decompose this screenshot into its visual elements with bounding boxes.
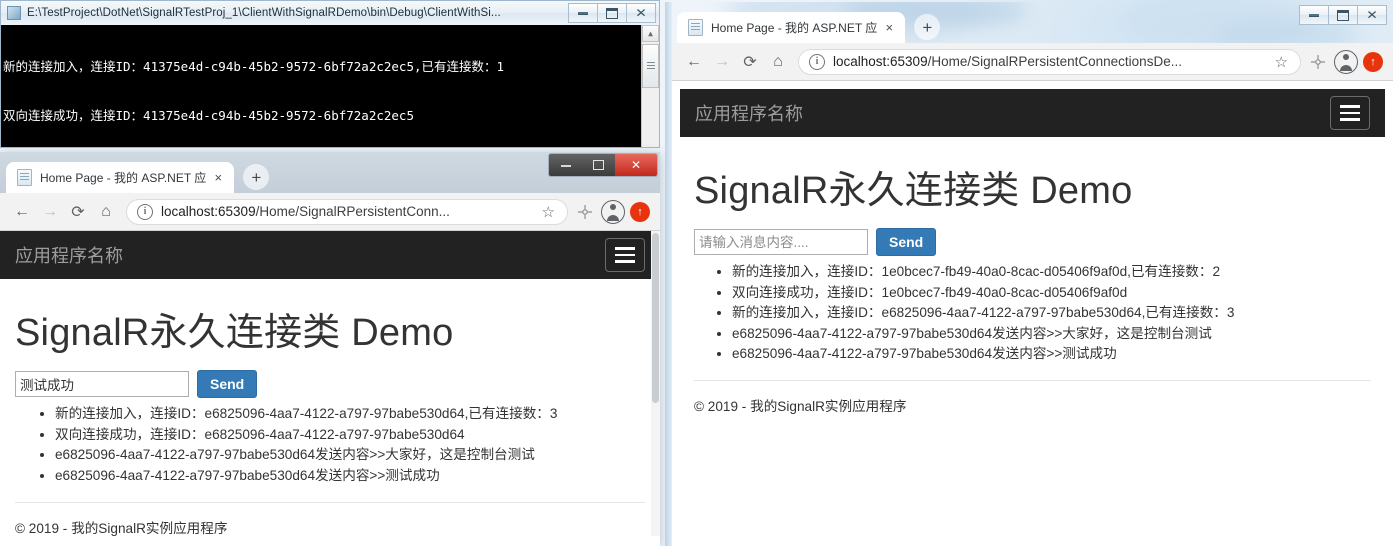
console-output-area: 新的连接加入，连接ID：41375e4d-c94b-45b2-9572-6bf7… [0, 25, 660, 148]
update-icon[interactable]: ↑ [630, 201, 650, 222]
left-url-text: localhost:65309/Home/SignalRPersistentCo… [161, 204, 540, 219]
page-title: SignalR永久连接类 Demo [15, 312, 454, 354]
extension-icon[interactable] [1307, 51, 1329, 73]
message-input[interactable] [15, 371, 189, 398]
close-icon[interactable]: × [881, 20, 897, 36]
right-address-bar[interactable]: i localhost:65309/Home/SignalRPersistent… [798, 48, 1301, 75]
extension-icon[interactable] [574, 201, 596, 223]
left-browser-toolbar[interactable]: ← → ⟳ ⌂ i localhost:65309/Home/SignalRPe… [0, 193, 660, 231]
list-item: 双向连接成功，连接ID：1e0bcec7-fb49-40a0-8cac-d054… [732, 283, 1371, 303]
page-title: SignalR永久连接类 Demo [694, 170, 1133, 212]
console-output-text: 新的连接加入，连接ID：41375e4d-c94b-45b2-9572-6bf7… [3, 27, 637, 147]
console-scrollbar[interactable]: ▲ [641, 25, 659, 147]
back-icon[interactable]: ← [8, 198, 36, 226]
left-address-bar[interactable]: i localhost:65309/Home/SignalRPersistent… [126, 198, 568, 225]
left-message-list: 新的连接加入，连接ID：e6825096-4aa7-4122-a797-97ba… [15, 404, 645, 486]
profile-avatar[interactable] [1334, 49, 1358, 74]
site-info-icon[interactable]: i [137, 203, 153, 220]
console-minimize-button[interactable] [568, 3, 598, 23]
list-item: 新的连接加入，连接ID：e6825096-4aa7-4122-a797-97ba… [55, 404, 645, 424]
right-message-form: Send [694, 228, 1371, 257]
page-icon [17, 169, 32, 186]
console-scroll-up-button[interactable]: ▲ [642, 25, 659, 42]
url-host: localhost:65309 [833, 54, 928, 69]
new-tab-button[interactable]: + [243, 164, 270, 190]
reload-icon[interactable]: ⟳ [736, 48, 764, 76]
back-icon[interactable]: ← [680, 48, 708, 76]
url-host: localhost:65309 [161, 204, 256, 219]
right-window-left-frame [665, 2, 672, 546]
home-icon[interactable]: ⌂ [764, 48, 792, 76]
right-message-list: 新的连接加入，连接ID：1e0bcec7-fb49-40a0-8cac-d054… [694, 262, 1371, 364]
scroll-thumb[interactable] [652, 233, 659, 403]
url-path: /Home/SignalRPersistentConnectionsDe... [927, 54, 1182, 69]
list-item: e6825096-4aa7-4122-a797-97babe530d64发送内容… [732, 344, 1371, 364]
list-item: 新的连接加入，连接ID：1e0bcec7-fb49-40a0-8cac-d054… [732, 262, 1371, 282]
console-window[interactable]: E:\TestProject\DotNet\SignalRTestProj_1\… [0, 0, 660, 148]
left-minimize-button[interactable] [549, 154, 582, 176]
left-navbar: 应用程序名称 [0, 231, 660, 279]
left-browser-window-controls[interactable]: ✕ [549, 154, 657, 176]
right-close-button[interactable]: ✕ [1357, 5, 1387, 25]
app-brand[interactable]: 应用程序名称 [15, 242, 605, 268]
app-brand[interactable]: 应用程序名称 [695, 100, 1330, 126]
left-tab-title: Home Page - 我的 ASP.NET 应 [40, 171, 207, 185]
update-icon[interactable]: ↑ [1363, 51, 1383, 72]
right-container: SignalR永久连接类 Demo Send 新的连接加入，连接ID：1e0bc… [672, 159, 1393, 415]
console-line: 新的连接加入，连接ID：41375e4d-c94b-45b2-9572-6bf7… [3, 59, 505, 75]
reload-icon[interactable]: ⟳ [64, 198, 92, 226]
list-item: 双向连接成功，连接ID：e6825096-4aa7-4122-a797-97ba… [55, 425, 645, 445]
left-page-scrollbar[interactable] [651, 231, 660, 536]
right-browser-tab[interactable]: Home Page - 我的 ASP.NET 应 × [677, 12, 906, 43]
message-input[interactable] [694, 229, 868, 256]
url-path: /Home/SignalRPersistentConn... [255, 204, 450, 219]
list-item: e6825096-4aa7-4122-a797-97babe530d64发送内容… [55, 466, 645, 486]
bookmark-star-icon[interactable]: ☆ [1275, 53, 1288, 71]
page-footer: © 2019 - 我的SignalR实例应用程序 [694, 399, 907, 415]
site-info-icon[interactable]: i [809, 53, 825, 70]
new-tab-button[interactable]: + [914, 14, 941, 40]
left-browser-tabstrip[interactable]: Home Page - 我的 ASP.NET 应 × + ✕ [0, 152, 660, 193]
left-browser-tab[interactable]: Home Page - 我的 ASP.NET 应 × [6, 162, 235, 193]
left-close-button[interactable]: ✕ [615, 154, 657, 176]
right-maximize-button[interactable] [1328, 5, 1358, 25]
right-browser-tabstrip[interactable]: Home Page - 我的 ASP.NET 应 × + [665, 2, 1393, 43]
forward-icon[interactable]: → [708, 48, 736, 76]
console-maximize-button[interactable] [597, 3, 627, 23]
page-footer: © 2019 - 我的SignalR实例应用程序 [15, 520, 228, 536]
console-titlebar[interactable]: E:\TestProject\DotNet\SignalRTestProj_1\… [0, 0, 660, 25]
right-minimize-button[interactable] [1299, 5, 1329, 25]
console-window-title: E:\TestProject\DotNet\SignalRTestProj_1\… [27, 7, 501, 19]
left-container: SignalR永久连接类 Demo Send 新的连接加入，连接ID：e6825… [0, 301, 660, 536]
console-app-icon [7, 6, 21, 20]
bookmark-star-icon[interactable]: ☆ [542, 203, 555, 221]
forward-icon[interactable]: → [36, 198, 64, 226]
console-line: 双向连接成功，连接ID：41375e4d-c94b-45b2-9572-6bf7… [3, 108, 414, 123]
right-page-content: 应用程序名称 SignalR永久连接类 Demo Send 新的连接加入，连接I… [672, 81, 1393, 546]
hamburger-menu-icon[interactable] [605, 238, 645, 272]
left-browser-window[interactable]: Home Page - 我的 ASP.NET 应 × + ✕ ← → ⟳ ⌂ i… [0, 152, 660, 546]
list-item: e6825096-4aa7-4122-a797-97babe530d64发送内容… [55, 445, 645, 465]
right-navbar: 应用程序名称 [680, 89, 1385, 137]
list-item: 新的连接加入，连接ID：e6825096-4aa7-4122-a797-97ba… [732, 303, 1371, 323]
close-icon[interactable]: × [210, 170, 226, 186]
send-button[interactable]: Send [197, 370, 258, 399]
console-window-controls[interactable]: ✕ [568, 3, 656, 23]
send-button[interactable]: Send [876, 228, 937, 257]
right-url-text: localhost:65309/Home/SignalRPersistentCo… [833, 54, 1273, 69]
left-page-content: 应用程序名称 SignalR永久连接类 Demo Send 新的连接加入，连接I… [0, 231, 660, 536]
right-browser-window-controls[interactable]: ✕ [1299, 5, 1387, 25]
page-icon [688, 19, 703, 36]
right-browser-window[interactable]: ✕ Home Page - 我的 ASP.NET 应 × + ← → ⟳ ⌂ i… [665, 2, 1393, 546]
left-message-form: Send [15, 370, 645, 399]
left-maximize-button[interactable] [582, 154, 615, 176]
right-tab-title: Home Page - 我的 ASP.NET 应 [711, 21, 878, 35]
console-scroll-thumb[interactable] [642, 44, 659, 88]
profile-avatar[interactable] [601, 199, 625, 224]
list-item: e6825096-4aa7-4122-a797-97babe530d64发送内容… [732, 324, 1371, 344]
hamburger-menu-icon[interactable] [1330, 96, 1370, 130]
console-close-button[interactable]: ✕ [626, 3, 656, 23]
home-icon[interactable]: ⌂ [92, 198, 120, 226]
right-browser-toolbar[interactable]: ← → ⟳ ⌂ i localhost:65309/Home/SignalRPe… [672, 43, 1393, 81]
